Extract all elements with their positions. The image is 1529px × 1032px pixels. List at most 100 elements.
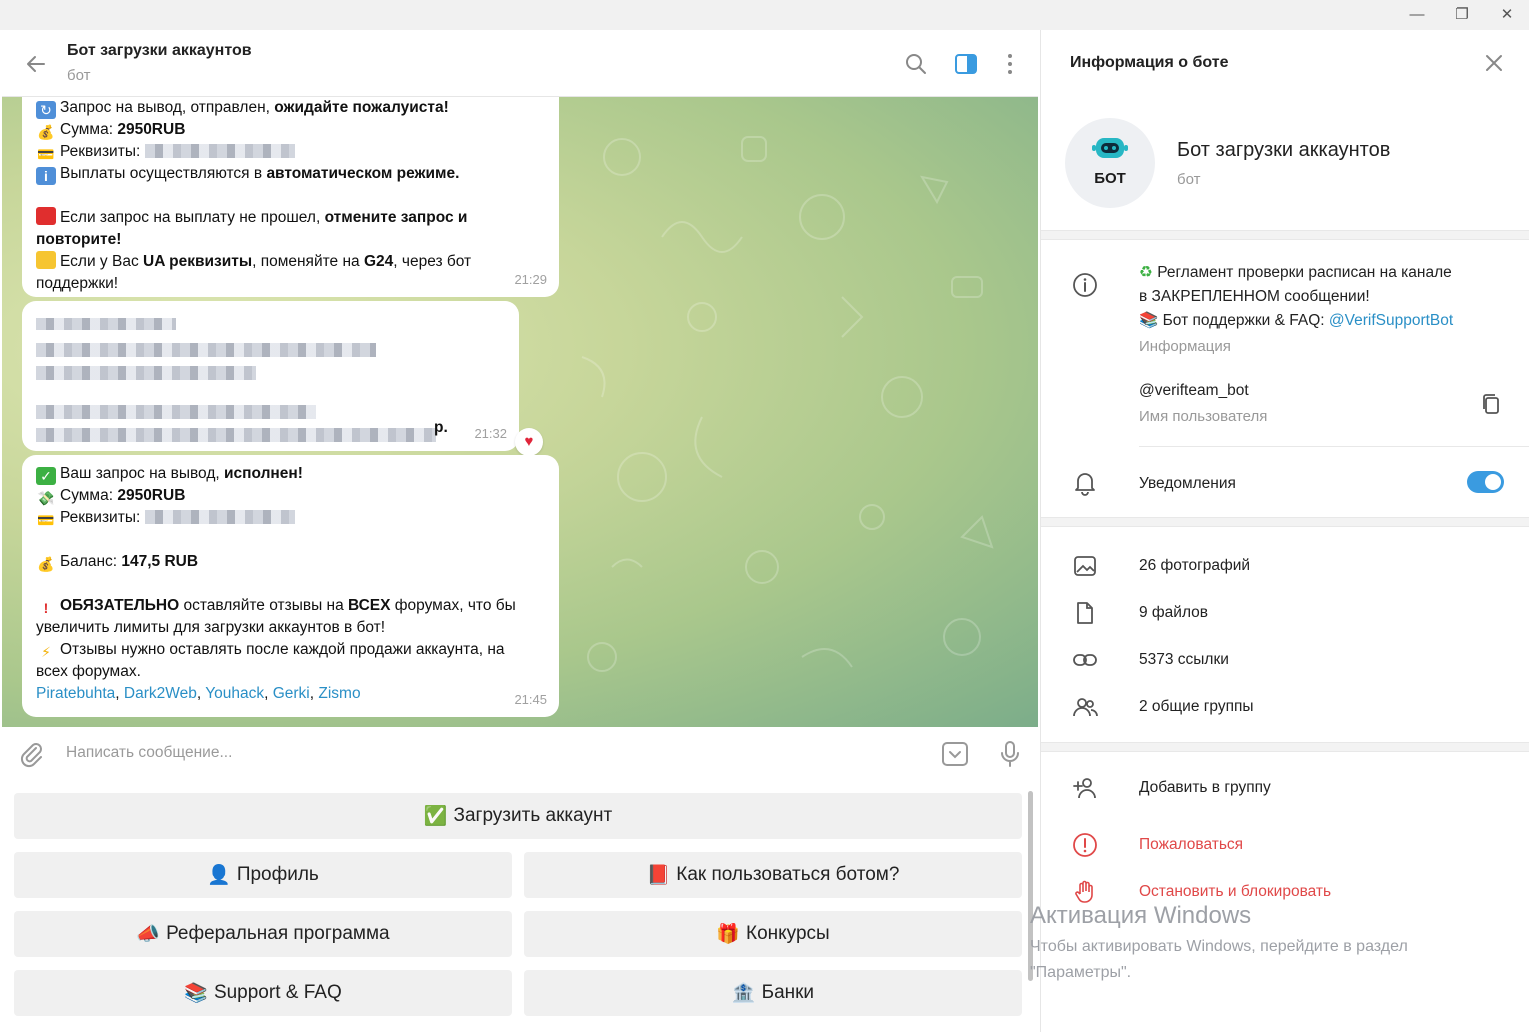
check-mark-icon: ✅ (423, 806, 448, 827)
bank-icon: 🏦 (731, 983, 756, 1004)
section-divider (1041, 517, 1529, 527)
support-bot-link[interactable]: @VerifSupportBot (1329, 312, 1453, 329)
microphone-icon[interactable] (995, 739, 1025, 769)
message-text: Реквизиты: (60, 143, 145, 160)
copy-icon[interactable] (1477, 390, 1505, 418)
message-text: Реквизиты: (60, 509, 145, 526)
media-files[interactable]: 9 файлов (1139, 601, 1208, 625)
message-text: оставляйте отзывы на (179, 597, 348, 614)
message-line: всех форумах. (36, 661, 545, 683)
redacted-line (36, 366, 256, 380)
heart-reaction-icon[interactable]: ♥ (515, 428, 543, 456)
message-bold-text: 2950RUB (117, 121, 186, 138)
paperclip-icon[interactable] (16, 739, 46, 769)
contests-button[interactable]: 🎁 Конкурсы (524, 911, 1022, 957)
message-text: Выплаты осуществляются в (60, 165, 267, 182)
media-groups[interactable]: 2 общие группы (1139, 695, 1254, 719)
button-label: Загрузить аккаунт (453, 805, 613, 826)
message-list[interactable]: ↻ Запрос на вывод, отправлен, ожидайте по… (2, 97, 1038, 727)
keyboard-scrollbar[interactable] (1028, 791, 1033, 981)
message-text: поддержки! (36, 275, 119, 292)
bot-reply-keyboard: ✅ Загрузить аккаунт 👤 Профиль 📕 Как пользов… (2, 783, 1038, 1032)
refresh-icon: ↻ (36, 101, 56, 119)
message-line: 💸 Сумма: 2950RUB (36, 485, 545, 507)
message-text: , поменяйте на (252, 253, 364, 270)
button-label: Профиль (236, 864, 319, 885)
check-mark-icon: ✓ (36, 467, 56, 485)
more-options-icon[interactable] (996, 50, 1024, 78)
redacted-line (36, 318, 176, 330)
book-icon: 📕 (646, 865, 671, 886)
support-faq-button[interactable]: 📚 Support & FAQ (14, 970, 512, 1016)
recycle-icon: ♻ (1139, 264, 1153, 281)
message-bold-text: UA реквизиты (143, 253, 253, 270)
message-bubble[interactable]: ↻ Запрос на вывод, отправлен, ожидайте по… (22, 97, 559, 297)
message-time: 21:32 (474, 426, 507, 441)
message-line: 💰 Баланс: 147,5 RUB (36, 551, 545, 573)
message-composer: Написать сообщение... (2, 727, 1038, 783)
redacted-message-content (36, 313, 436, 447)
sidebar-toggle-icon[interactable] (952, 50, 980, 78)
message-line: поддержки! (36, 273, 545, 295)
message-text: увеличить лимиты для загрузки аккаунтов … (36, 619, 386, 636)
forum-link[interactable]: Zismo (318, 685, 360, 702)
message-text: всех форумах. (36, 663, 141, 680)
minimize-button[interactable]: — (1402, 4, 1432, 26)
bot-name: Бот загрузки аккаунтов (1177, 139, 1391, 161)
chat-title[interactable]: Бот загрузки аккаунтов (67, 42, 252, 60)
username-link[interactable]: @verifteam_bot (1139, 379, 1249, 403)
message-line: 💰 Сумма: 2950RUB (36, 119, 545, 141)
bot-keyboard-icon[interactable] (940, 739, 970, 769)
message-bold-text: ожидайте пожалуиста! (274, 99, 449, 116)
message-tail-text: р. (434, 419, 448, 436)
add-user-icon (1073, 778, 1096, 799)
window-titlebar: — ❐ ✕ (0, 0, 1529, 30)
message-bold-text: автоматическом режиме. (266, 165, 460, 182)
credit-card-icon: 💳 (37, 512, 55, 528)
message-bubble[interactable]: р. 21:32 (22, 301, 519, 451)
forum-link[interactable]: Piratebuhta (36, 685, 115, 702)
forum-link[interactable]: Youhack (205, 685, 264, 702)
add-to-group-button[interactable]: Добавить в группу (1139, 776, 1271, 800)
stop-and-block-button[interactable]: Остановить и блокировать (1139, 880, 1331, 904)
message-bold-text: исполнен! (223, 465, 303, 482)
money-bag-icon: 💰 (37, 556, 55, 572)
bell-icon (1075, 473, 1095, 496)
row-divider (1139, 446, 1529, 447)
referral-program-button[interactable]: 📣 Реферальная программа (14, 911, 512, 957)
books-icon: 📚 (184, 983, 208, 1004)
forum-link[interactable]: Dark2Web (124, 685, 197, 702)
back-arrow-icon[interactable] (22, 50, 50, 78)
profile-button[interactable]: 👤 Профиль (14, 852, 512, 898)
bot-avatar[interactable]: БОТ (1065, 118, 1155, 208)
button-label: Банки (761, 982, 815, 1003)
close-icon[interactable] (1483, 52, 1505, 74)
message-input[interactable]: Написать сообщение... (66, 744, 232, 762)
close-window-button[interactable]: ✕ (1492, 4, 1522, 26)
redacted-details (144, 510, 295, 524)
maximize-button[interactable]: ❐ (1447, 4, 1477, 26)
how-to-use-button[interactable]: 📕 Как пользоваться ботом? (524, 852, 1022, 898)
groups-icon (1073, 698, 1098, 717)
message-time: 21:45 (514, 692, 547, 707)
report-button[interactable]: Пожаловаться (1139, 833, 1243, 857)
notifications-toggle[interactable] (1467, 471, 1504, 493)
message-bubble[interactable]: ✓ Ваш запрос на вывод, исполнен! 💸 Сумма: … (22, 455, 559, 717)
banks-button[interactable]: 🏦 Банки (524, 970, 1022, 1016)
message-text: Баланс: (60, 553, 122, 570)
upload-account-button[interactable]: ✅ Загрузить аккаунт (14, 793, 1022, 839)
about-line-text: Бот поддержки & FAQ: (1162, 312, 1329, 329)
info-icon: i (36, 167, 56, 185)
media-links[interactable]: 5373 ссылки (1139, 648, 1229, 672)
about-line: 📚 Бот поддержки & FAQ: @VerifSupportBot (1139, 309, 1453, 333)
message-text: Запрос на вывод, отправлен, (60, 99, 275, 116)
message-line: Если запрос на выплату не прошел, отмени… (36, 207, 545, 229)
message-line: 💳 Реквизиты: (36, 507, 545, 529)
message-text: Если запрос на выплату не прошел, (60, 209, 325, 226)
link-icon (1073, 654, 1097, 666)
search-icon[interactable] (902, 50, 930, 78)
media-photos[interactable]: 26 фотографий (1139, 554, 1250, 578)
redacted-details (144, 144, 295, 158)
forum-link[interactable]: Gerki (273, 685, 310, 702)
